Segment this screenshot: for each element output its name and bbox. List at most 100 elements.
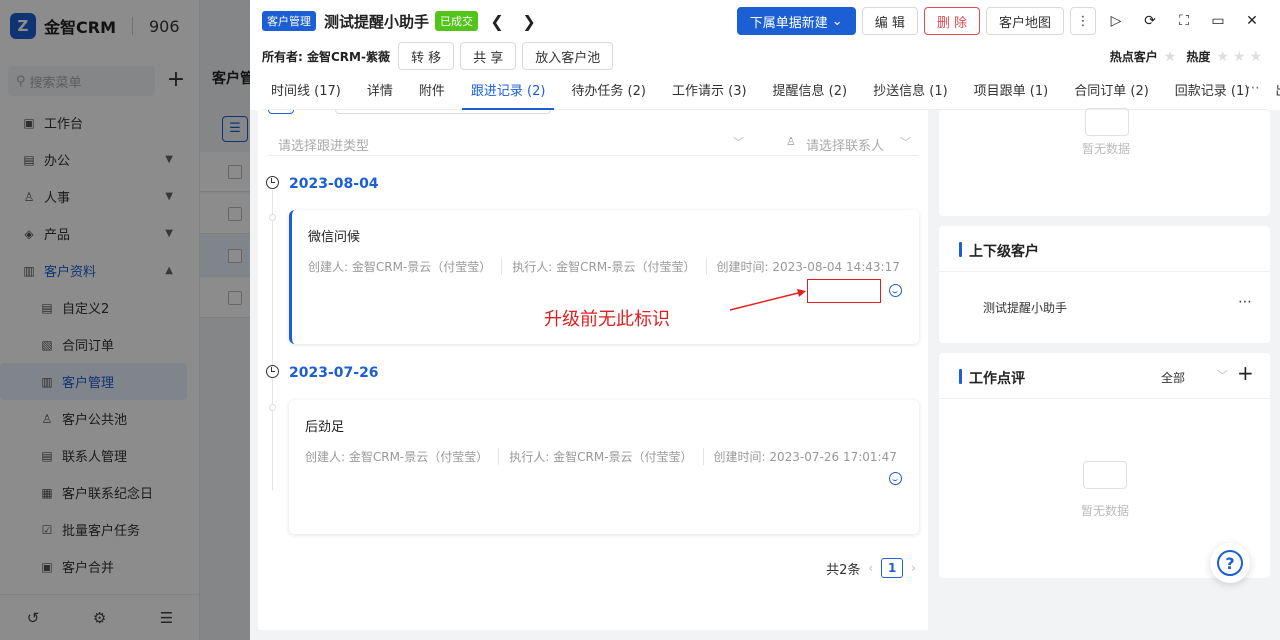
close-icon[interactable]: ✕ <box>1238 7 1266 35</box>
record-title: 后劲足 <box>305 420 345 435</box>
pagination-total: 共2条 <box>826 562 861 578</box>
timeline-line <box>272 190 273 490</box>
previous-page-icon[interactable]: ‹ <box>868 561 873 575</box>
title-row: 客户管理 测试提醒小助手 已成交 ❮ ❯ <box>262 8 542 34</box>
hierarchy-customers-panel: 上下级客户 测试提醒小助手 ⋯ <box>939 226 1270 343</box>
tab-outbound-orders[interactable]: 出库单 ( <box>1266 80 1280 109</box>
record-meta: 创建人: 金智CRM-景云（付莹莹） 执行人: 金智CRM-景云（付莹莹） 创建… <box>308 258 920 275</box>
tab-follow-up-records[interactable]: 跟进记录 (2) <box>461 80 555 110</box>
drawer-header: 客户管理 测试提醒小助手 已成交 ❮ ❯ 下属单据新建 ⌄ 编 辑 删 除 客户… <box>250 0 1280 110</box>
timeline-dot <box>269 404 276 411</box>
toolbar-button-partial[interactable] <box>268 110 294 114</box>
empty-inbox-icon <box>1085 108 1129 136</box>
header-actions: 下属单据新建 ⌄ 编 辑 删 除 客户地图 ⋮ ▷ ⟳ ⛶ ▭ ✕ <box>736 7 1266 35</box>
person-icon: ♙ <box>786 135 796 148</box>
toolbar-search-partial[interactable] <box>335 110 551 114</box>
panel-header: 工作点评 全部 ﹀ + <box>939 353 1270 399</box>
panel-header: 上下级客户 <box>939 226 1270 272</box>
current-page[interactable]: 1 <box>881 558 904 578</box>
panel-accent-bar <box>959 369 962 384</box>
hot-star-icon[interactable]: ★ <box>1164 49 1181 65</box>
heat-label: 热度 <box>1186 50 1211 64</box>
detail-tabs: 时间线 (17) 详情 附件 跟进记录 (2) 待办任务 (2) 工作请示 (3… <box>262 78 1280 110</box>
empty-text: 暂无数据 <box>1081 504 1130 518</box>
empty-inbox-icon <box>1083 461 1127 489</box>
tab-todo-tasks[interactable]: 待办任务 (2) <box>562 80 655 109</box>
play-icon[interactable]: ▷ <box>1102 7 1130 35</box>
tab-work-requests[interactable]: 工作请示 (3) <box>663 80 756 109</box>
record-date: 2023-08-04 <box>289 176 379 192</box>
fullscreen-icon[interactable]: ⛶ <box>1170 7 1198 35</box>
record-executor: 执行人: 金智CRM-景云（付莹莹） <box>509 448 704 465</box>
owner-row: 所有者: 金智CRM-紫薇 转 移 共 享 放入客户池 <box>262 42 614 70</box>
panel-accent-bar <box>959 242 962 257</box>
clock-icon <box>266 176 279 189</box>
question-icon: ? <box>1217 550 1243 576</box>
move-to-pool-button[interactable]: 放入客户池 <box>522 42 614 70</box>
tab-cc-messages[interactable]: 抄送信息 (1) <box>864 80 957 109</box>
customer-name: 测试提醒小助手 <box>324 12 430 31</box>
refresh-icon[interactable]: ⟳ <box>1136 7 1164 35</box>
tab-contract-orders[interactable]: 合同订单 (2) <box>1065 80 1158 109</box>
more-tabs-icon[interactable]: ⋯ <box>1246 80 1260 96</box>
chevron-down-icon: ﹀ <box>900 136 911 149</box>
hot-customer: 热点客户 ★ 热度 ★★★ <box>1110 48 1266 65</box>
record-creator: 创建人: 金智CRM-景云（付莹莹） <box>305 448 500 465</box>
window-icon[interactable]: ▭ <box>1204 7 1232 35</box>
follow-up-card[interactable]: 后劲足 创建人: 金智CRM-景云（付莹莹） 执行人: 金智CRM-景云（付莹莹… <box>289 400 919 534</box>
panel-title: 上下级客户 <box>969 244 1039 260</box>
comment-icon[interactable] <box>889 284 902 297</box>
comment-icon[interactable] <box>889 472 902 485</box>
new-sub-document-button[interactable]: 下属单据新建 ⌄ <box>736 7 856 35</box>
help-button[interactable]: ? <box>1210 543 1250 583</box>
pagination: 共2条 ‹ 1 › <box>826 558 916 578</box>
panel-title: 工作点评 <box>969 371 1025 387</box>
customer-map-button[interactable]: 客户地图 <box>985 7 1064 35</box>
more-options-icon[interactable]: ⋯ <box>1238 294 1252 310</box>
customer-detail-drawer: 客户管理 测试提醒小助手 已成交 ❮ ❯ 下属单据新建 ⌄ 编 辑 删 除 客户… <box>250 0 1280 640</box>
record-executor: 执行人: 金智CRM-景云（付莹莹） <box>512 258 707 275</box>
tab-reminders[interactable]: 提醒信息 (2) <box>764 80 857 109</box>
tab-payment-records[interactable]: 回款记录 (1) <box>1166 80 1259 109</box>
empty-panel: 暂无数据 <box>939 108 1270 216</box>
tab-attachments[interactable]: 附件 <box>410 80 454 109</box>
next-record-icon[interactable]: ❯ <box>516 12 542 31</box>
tab-details[interactable]: 详情 <box>358 80 402 109</box>
status-badge: 已成交 <box>435 11 479 31</box>
module-tag: 客户管理 <box>262 11 316 31</box>
owner-label: 所有者: 金智CRM-紫薇 <box>262 49 390 64</box>
record-created-time: 创建时间: 2023-07-26 17:01:47 <box>713 450 897 464</box>
next-page-icon[interactable]: › <box>911 561 916 575</box>
filter-row: 请选择跟进类型 ﹀ ♙ 请选择联系人 ﹀ <box>268 132 918 156</box>
heat-rating-stars[interactable]: ★★★ <box>1216 49 1266 65</box>
review-filter-select[interactable]: 全部 <box>1161 369 1185 386</box>
previous-record-icon[interactable]: ❮ <box>484 12 510 31</box>
hierarchy-customer-link[interactable]: 测试提醒小助手 <box>983 299 1067 316</box>
tab-project-tracking[interactable]: 项目跟单 (1) <box>965 80 1058 109</box>
empty-text: 暂无数据 <box>1082 142 1131 156</box>
clock-icon <box>266 365 279 378</box>
record-title: 微信问候 <box>308 230 361 245</box>
annotation-highlight-box <box>807 279 881 303</box>
contact-select[interactable]: 请选择联系人 <box>806 135 884 154</box>
chevron-down-icon: ⌄ <box>831 13 843 29</box>
delete-button[interactable]: 删 除 <box>923 7 980 35</box>
transfer-button[interactable]: 转 移 <box>397 42 455 70</box>
vertical-ellipsis-icon: ⋮ <box>1076 13 1090 29</box>
share-button[interactable]: 共 享 <box>460 42 517 70</box>
add-review-icon[interactable]: + <box>1237 361 1254 385</box>
edit-button[interactable]: 编 辑 <box>861 7 918 35</box>
more-actions-button[interactable]: ⋮ <box>1070 7 1096 35</box>
chevron-down-icon: ﹀ <box>1217 369 1228 382</box>
hot-customer-label: 热点客户 <box>1109 50 1158 64</box>
tab-timeline[interactable]: 时间线 (17) <box>262 80 350 109</box>
new-sub-document-label: 下属单据新建 <box>749 15 828 31</box>
chevron-down-icon: ﹀ <box>733 136 744 149</box>
record-created-time: 创建时间: 2023-08-04 14:43:17 <box>716 260 900 274</box>
timeline-dot <box>269 214 276 221</box>
record-date: 2023-07-26 <box>289 365 379 381</box>
annotation-arrow <box>729 289 806 311</box>
annotation-text: 升级前无此标识 <box>544 309 670 330</box>
follow-up-type-select[interactable]: 请选择跟进类型 <box>278 135 369 154</box>
follow-up-records-panel: 请选择跟进类型 ﹀ ♙ 请选择联系人 ﹀ 2023-08-04 微信问候 创建人… <box>258 110 928 630</box>
